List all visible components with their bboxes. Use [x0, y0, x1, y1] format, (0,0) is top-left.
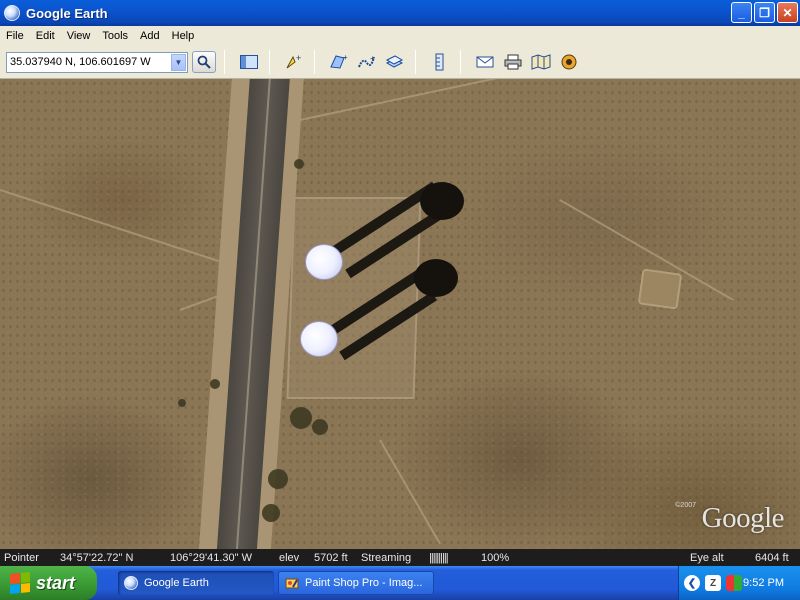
elevation-value: 5702 ft — [314, 551, 348, 564]
streaming-progress-bar: |||||||||| — [429, 551, 449, 564]
window-controls: _ ❐ ✕ — [731, 2, 798, 23]
svg-text:+: + — [296, 53, 301, 63]
taskbar-item-paint-shop-pro[interactable]: Paint Shop Pro - Imag... — [278, 571, 434, 595]
menu-view[interactable]: View — [61, 30, 97, 42]
menu-file[interactable]: File — [0, 30, 30, 42]
sky-icon[interactable] — [557, 51, 581, 73]
window-title: Google Earth — [26, 5, 108, 21]
elevation-label: elev — [279, 551, 300, 564]
shrub — [312, 419, 328, 435]
minimize-button[interactable]: _ — [731, 2, 752, 23]
earth-map-view[interactable]: ©2007 Google — [0, 79, 800, 549]
search-icon[interactable] — [192, 51, 216, 73]
menu-help[interactable]: Help — [166, 30, 201, 42]
imagery-copyright: ©2007 — [675, 502, 696, 509]
taskbar-item-label: Google Earth — [144, 577, 209, 589]
close-button[interactable]: ✕ — [777, 2, 798, 23]
chevron-left-icon[interactable]: ❮ — [684, 575, 700, 591]
svg-text:+: + — [370, 54, 375, 63]
shrub — [294, 159, 304, 169]
toolbar-divider — [224, 50, 225, 74]
tank-shadow — [420, 182, 464, 220]
fenced-compound — [286, 197, 422, 399]
tank-shadow — [414, 259, 458, 297]
clock[interactable]: 9:52 PM — [743, 577, 784, 589]
streaming-label: Streaming — [361, 551, 412, 564]
toolbar: 35.037940 N, 106.601697 W ▼ + + + — [0, 46, 800, 79]
pointer-longitude: 106°29'41.30" W — [170, 551, 252, 564]
ruler-icon[interactable] — [428, 51, 452, 73]
taskbar-item-google-earth[interactable]: Google Earth — [118, 571, 274, 595]
streaming-percent: 100% — [481, 551, 510, 564]
zonealarm-icon[interactable]: Z — [705, 575, 721, 591]
start-button[interactable]: start — [0, 566, 97, 600]
menu-edit[interactable]: Edit — [30, 30, 61, 42]
start-label: start — [36, 572, 76, 593]
polygon-icon[interactable]: + — [327, 51, 351, 73]
ground-pad — [637, 268, 683, 310]
maximize-button[interactable]: ❐ — [754, 2, 775, 23]
eye-alt-value: 6404 ft — [755, 551, 789, 564]
status-bar: Pointer 34°57'22.72" N 106°29'41.30" W e… — [0, 549, 800, 566]
toolbar-divider — [314, 50, 315, 74]
print-icon[interactable] — [501, 51, 525, 73]
menu-tools[interactable]: Tools — [96, 30, 134, 42]
toolbar-divider — [460, 50, 461, 74]
google-earth-icon — [124, 576, 138, 590]
chevron-down-icon[interactable]: ▼ — [171, 53, 186, 71]
shrub — [268, 469, 288, 489]
taskbar-item-label: Paint Shop Pro - Imag... — [305, 577, 423, 589]
paint-shop-pro-icon — [285, 578, 299, 589]
google-earth-icon[interactable] — [4, 5, 20, 21]
shrub — [178, 399, 186, 407]
coordinates-value: 35.037940 N, 106.601697 W — [10, 56, 151, 68]
placemark-icon[interactable]: + — [282, 51, 306, 73]
menu-bar: File Edit View Tools Add Help — [0, 26, 800, 46]
toolbar-divider — [269, 50, 270, 74]
eye-alt-label: Eye alt — [690, 551, 724, 564]
maps-icon[interactable] — [529, 51, 553, 73]
system-tray: ❮ Z 9:52 PM — [678, 566, 800, 600]
water-tank — [300, 321, 338, 357]
pointer-latitude: 34°57'22.72" N — [60, 551, 134, 564]
water-tank — [305, 244, 343, 280]
google-watermark: Google — [701, 502, 785, 534]
overlay-icon[interactable] — [383, 51, 407, 73]
taskbar: start Google Earth Paint Shop Pro - Imag… — [0, 566, 800, 600]
pointer-label: Pointer — [4, 551, 39, 564]
shrub — [262, 504, 280, 522]
windows-logo-icon — [10, 571, 30, 595]
shrub — [290, 407, 312, 429]
shrub — [210, 379, 220, 389]
svg-text:+: + — [343, 53, 348, 62]
title-bar: Google Earth _ ❐ ✕ — [0, 0, 800, 26]
fly-to-input[interactable]: 35.037940 N, 106.601697 W ▼ — [6, 51, 188, 73]
path-icon[interactable]: + — [355, 51, 379, 73]
menu-add[interactable]: Add — [134, 30, 166, 42]
network-icon[interactable] — [726, 575, 742, 591]
sidebar-icon[interactable] — [237, 51, 261, 73]
toolbar-divider — [415, 50, 416, 74]
email-icon[interactable] — [473, 51, 497, 73]
